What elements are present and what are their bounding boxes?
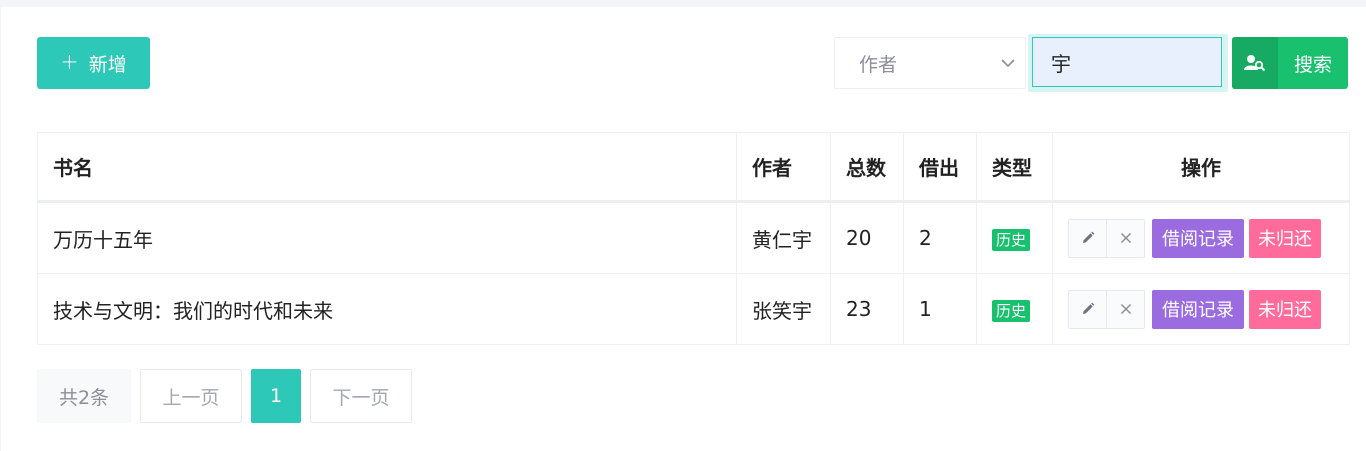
table-row: 万历十五年 黄仁宇 20 2 历史 借阅记录 未归还	[37, 201, 1350, 274]
cell-type: 历史	[976, 201, 1053, 274]
delete-icon	[1120, 232, 1131, 244]
add-button[interactable]: + 新增	[37, 37, 150, 89]
edit-icon	[1082, 302, 1094, 314]
edit-button[interactable]	[1069, 219, 1106, 257]
table-header-row: 书名 作者 总数 借出 类型 操作	[37, 132, 1350, 203]
header-author: 作者	[736, 132, 831, 203]
cell-actions: 借阅记录 未归还	[1052, 273, 1350, 345]
pagination-total: 共2条	[37, 369, 131, 423]
main-panel: + 新增 作者 宇 搜索 书名 作者 总数 借出 类型 操作 万历十五年 黄仁宇…	[1, 7, 1366, 451]
table-row: 技术与文明：我们的时代和未来 张笑宇 23 1 历史 借阅记录 未归还	[37, 273, 1350, 345]
cell-author: 黄仁宇	[736, 201, 831, 274]
header-borrowed: 借出	[903, 132, 977, 203]
edit-icon	[1082, 231, 1094, 243]
add-button-label: 新增	[88, 53, 127, 76]
cell-author: 张笑宇	[736, 273, 831, 345]
plus-icon: +	[60, 50, 79, 75]
search-field-select[interactable]: 作者	[834, 37, 1026, 89]
header-actions: 操作	[1052, 132, 1350, 203]
cell-borrowed: 1	[903, 273, 977, 345]
search-field-select-value: 作者	[859, 53, 898, 76]
chevron-down-icon	[1001, 58, 1015, 67]
row-icon-group	[1068, 289, 1145, 329]
delete-button[interactable]	[1106, 290, 1144, 328]
current-page-button[interactable]: 1	[251, 369, 301, 423]
search-button[interactable]: 搜索	[1232, 37, 1348, 89]
cell-total: 23	[830, 273, 904, 345]
header-total: 总数	[830, 132, 904, 203]
pagination: 共2条 上一页 1 下一页	[37, 369, 412, 423]
edit-button[interactable]	[1069, 290, 1106, 328]
type-tag: 历史	[992, 299, 1031, 322]
cell-type: 历史	[976, 273, 1053, 345]
search-input-focus-ring: 宇	[1028, 34, 1228, 92]
unreturned-button[interactable]: 未归还	[1249, 218, 1321, 258]
delete-icon	[1120, 303, 1131, 315]
books-table: 书名 作者 总数 借出 类型 操作 万历十五年 黄仁宇 20 2 历史 借阅记录…	[37, 132, 1350, 345]
borrow-record-button[interactable]: 借阅记录	[1152, 289, 1244, 329]
search-input-value: 宇	[1051, 51, 1071, 76]
search-button-label: 搜索	[1293, 53, 1332, 76]
cell-title: 技术与文明：我们的时代和未来	[37, 273, 737, 345]
unreturned-button[interactable]: 未归还	[1249, 289, 1321, 329]
prev-page-button[interactable]: 上一页	[140, 369, 242, 423]
cell-borrowed: 2	[903, 201, 977, 274]
header-type: 类型	[976, 132, 1053, 203]
cell-actions: 借阅记录 未归还	[1052, 201, 1350, 274]
cell-title: 万历十五年	[37, 201, 737, 274]
type-tag: 历史	[992, 228, 1031, 251]
row-icon-group	[1068, 218, 1145, 258]
cell-total: 20	[830, 201, 904, 274]
borrow-record-button[interactable]: 借阅记录	[1152, 218, 1244, 258]
search-input[interactable]: 宇	[1032, 37, 1222, 87]
next-page-button[interactable]: 下一页	[310, 369, 412, 423]
header-title: 书名	[37, 132, 737, 203]
user-search-icon	[1244, 55, 1266, 72]
delete-button[interactable]	[1106, 219, 1144, 257]
